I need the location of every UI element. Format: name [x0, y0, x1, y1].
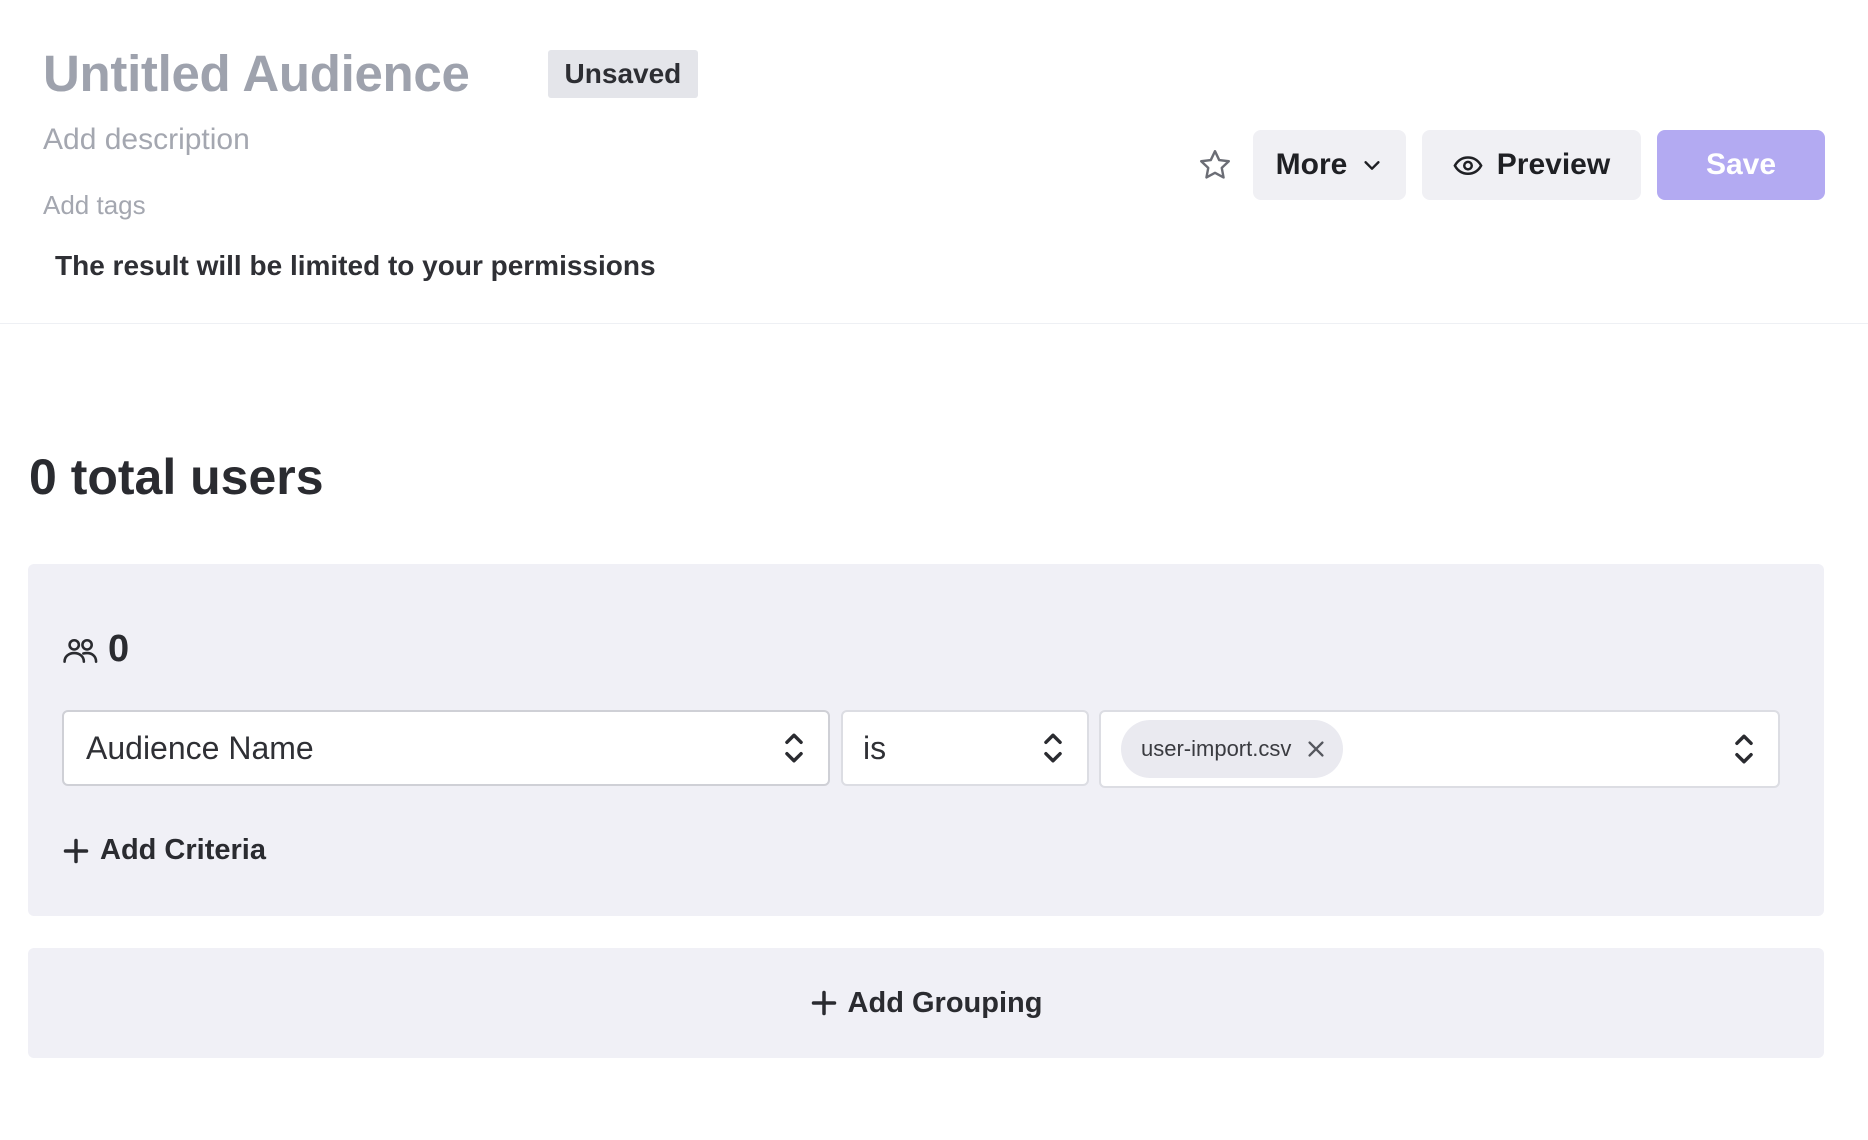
add-grouping-label: Add Grouping	[847, 986, 1043, 1019]
star-icon[interactable]	[1195, 145, 1235, 185]
value-chip: user-import.csv	[1121, 720, 1344, 778]
header-actions: More Preview Save	[1195, 130, 1825, 200]
close-icon[interactable]	[1305, 738, 1327, 760]
add-grouping-button[interactable]: Add Grouping	[28, 948, 1824, 1058]
criteria-field-select[interactable]: Audience Name	[62, 710, 830, 786]
more-button-label: More	[1275, 148, 1348, 181]
tags-field[interactable]: Add tags	[43, 190, 146, 221]
value-chip-label: user-import.csv	[1141, 736, 1292, 761]
up-down-caret-icon	[785, 733, 803, 763]
total-users-heading: 0 total users	[29, 449, 324, 505]
audience-header: Untitled Audience Unsaved Add descriptio…	[0, 0, 1868, 324]
criteria-field-value: Audience Name	[86, 729, 314, 766]
save-button[interactable]: Save	[1657, 130, 1825, 200]
status-badge: Unsaved	[547, 50, 699, 98]
title-row: Untitled Audience Unsaved	[43, 44, 699, 104]
audience-title[interactable]: Untitled Audience	[43, 44, 470, 104]
users-icon	[63, 638, 98, 663]
preview-button-label: Preview	[1496, 148, 1611, 181]
description-field[interactable]: Add description	[43, 123, 250, 157]
group-count: 0	[62, 628, 129, 671]
plus-icon	[63, 838, 89, 863]
criteria-operator-select[interactable]: is	[841, 710, 1089, 786]
add-criteria-label: Add Criteria	[100, 834, 266, 866]
more-button[interactable]: More	[1253, 130, 1406, 200]
add-criteria-button[interactable]: Add Criteria	[62, 834, 266, 867]
preview-button[interactable]: Preview	[1422, 130, 1641, 200]
criteria-operator-value: is	[863, 729, 887, 766]
criteria-group: 0 Audience Name is user-import.csv Add C…	[28, 564, 1824, 916]
eye-icon	[1453, 156, 1483, 176]
group-count-value: 0	[108, 628, 130, 670]
permissions-note: The result will be limited to your permi…	[55, 250, 656, 281]
up-down-caret-icon	[1735, 734, 1753, 764]
up-down-caret-icon	[1044, 733, 1062, 763]
criteria-value-select[interactable]: user-import.csv	[1099, 710, 1780, 788]
chevron-down-icon	[1364, 161, 1380, 170]
plus-icon	[811, 990, 836, 1016]
